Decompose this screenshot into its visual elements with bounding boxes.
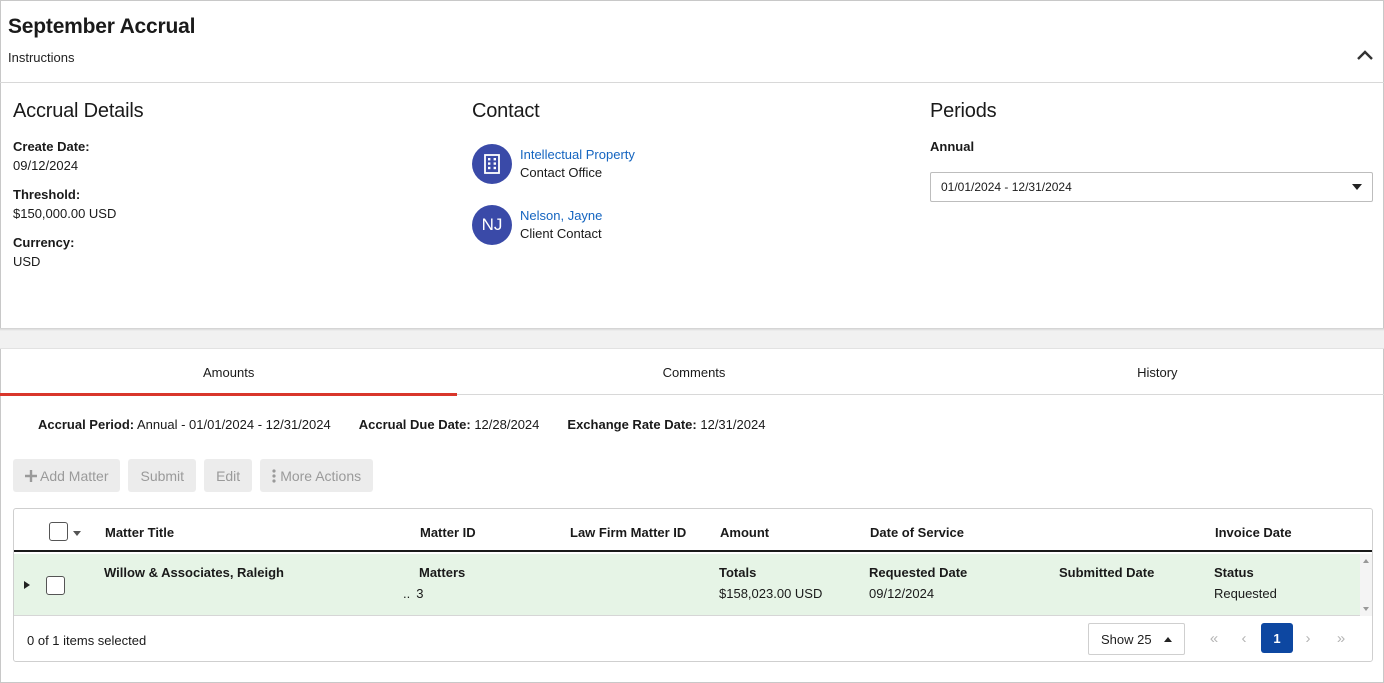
status-label: Status (1214, 565, 1254, 580)
column-header[interactable]: Amount (720, 525, 769, 540)
more-actions-button[interactable]: More Actions (260, 459, 374, 492)
contact-heading: Contact (472, 100, 540, 122)
matters-value: 3 (416, 586, 424, 601)
section-divider (0, 328, 1384, 349)
threshold-label: Threshold: (13, 187, 81, 202)
contact-section: Contact Intellectual Property Contact Of… (472, 100, 635, 266)
column-header[interactable]: Law Firm Matter ID (570, 525, 686, 540)
status-value: Requested (1214, 586, 1277, 601)
column-header[interactable]: Matter ID (420, 525, 476, 540)
table-footer: 0 of 1 items selected Show 25 « ‹ 1 › » (14, 617, 1372, 662)
page-size-select[interactable]: Show 25 (1088, 623, 1185, 655)
accrual-period-info: Accrual Period: Annual - 01/01/2024 - 12… (38, 417, 331, 432)
column-header[interactable]: Invoice Date (1215, 525, 1292, 540)
accrual-info-bar: Accrual Period: Annual - 01/01/2024 - 12… (38, 417, 765, 432)
instructions-link[interactable]: Instructions (8, 50, 74, 65)
submitted-date-label: Submitted Date (1059, 565, 1155, 580)
last-page-button[interactable]: » (1326, 623, 1356, 653)
caret-down-icon (1352, 184, 1362, 190)
matters-table: Matter Title Matter ID Law Firm Matter I… (13, 508, 1373, 662)
next-page-button[interactable]: › (1293, 623, 1323, 653)
create-date-value: 09/12/2024 (13, 158, 79, 173)
action-toolbar: Add Matter Submit Edit More Actions (13, 459, 374, 492)
contact-role: Client Contact (520, 226, 602, 241)
create-date-label: Create Date: (13, 139, 90, 154)
expand-row-icon[interactable] (24, 581, 30, 589)
currency-value: USD (13, 254, 41, 269)
contact-item: Intellectual Property Contact Office (472, 144, 635, 184)
period-select-value: 01/01/2024 - 12/31/2024 (941, 180, 1072, 194)
threshold-value: $150,000.00 USD (13, 206, 117, 221)
table-header: Matter Title Matter ID Law Firm Matter I… (14, 509, 1372, 552)
caret-up-icon (1164, 637, 1172, 642)
scroll-down-icon[interactable] (1363, 607, 1369, 611)
periods-heading: Periods (930, 100, 997, 122)
accrual-details-section: Accrual Details Create Date: 09/12/2024 … (13, 100, 144, 283)
tab-amounts[interactable]: Amounts (0, 350, 458, 396)
edit-button[interactable]: Edit (204, 459, 253, 492)
contact-role: Contact Office (520, 165, 603, 180)
contact-name-link[interactable]: Nelson, Jayne (520, 207, 602, 225)
building-icon (484, 154, 500, 174)
matters-cell: Matters .. 3 (403, 562, 466, 604)
totals-label: Totals (719, 565, 757, 580)
totals-cell: Totals $158,023.00 USD (719, 562, 822, 604)
plus-icon (25, 469, 37, 482)
accrual-details-heading: Accrual Details (13, 100, 144, 122)
requested-date-label: Requested Date (869, 565, 968, 580)
contact-item: NJ Nelson, Jayne Client Contact (472, 205, 635, 245)
collapse-button[interactable] (1354, 44, 1376, 66)
kebab-icon (272, 468, 276, 483)
select-all-checkbox[interactable] (49, 522, 68, 541)
add-matter-button[interactable]: Add Matter (13, 459, 121, 492)
row-checkbox[interactable] (46, 576, 65, 595)
table-scrollbar[interactable] (1360, 554, 1372, 616)
requested-date-value: 09/12/2024 (869, 586, 935, 601)
page-size-value: Show 25 (1101, 631, 1152, 647)
add-matter-label: Add Matter (40, 467, 109, 484)
period-type-label: Annual (930, 139, 975, 154)
requested-date-cell: Requested Date 09/12/2024 (869, 562, 967, 604)
current-page-button[interactable]: 1 (1261, 623, 1293, 653)
tab-history[interactable]: History (931, 350, 1384, 395)
exchange-rate-date-info: Exchange Rate Date: 12/31/2024 (567, 417, 766, 432)
page-title: September Accrual (8, 15, 196, 38)
chevron-up-icon (1357, 50, 1373, 60)
period-select[interactable]: 01/01/2024 - 12/31/2024 (930, 172, 1373, 202)
avatar (472, 144, 512, 184)
matter-title[interactable]: Willow & Associates, Raleigh (104, 562, 284, 583)
accrual-due-date-info: Accrual Due Date: 12/28/2024 (358, 417, 540, 432)
matters-prefix: .. (403, 586, 411, 601)
scroll-up-icon[interactable] (1363, 559, 1369, 563)
prev-page-button[interactable]: ‹ (1229, 623, 1259, 653)
column-header[interactable]: Matter Title (105, 525, 174, 540)
selection-count: 0 of 1 items selected (27, 633, 147, 648)
status-cell: Status Requested (1214, 562, 1277, 604)
contact-name-link[interactable]: Intellectual Property (520, 146, 635, 164)
tab-comments[interactable]: Comments (457, 350, 930, 395)
tab-bar: Amounts Comments History (0, 350, 1384, 396)
submit-button[interactable]: Submit (128, 459, 197, 492)
totals-value: $158,023.00 USD (719, 586, 823, 601)
currency-label: Currency: (13, 235, 75, 250)
submitted-date-cell: Submitted Date (1059, 562, 1154, 583)
page-header: September Accrual Instructions (0, 0, 1384, 83)
first-page-button[interactable]: « (1199, 623, 1229, 653)
column-header[interactable]: Date of Service (870, 525, 964, 540)
matters-label: Matters (419, 565, 466, 580)
more-actions-label: More Actions (280, 467, 362, 484)
avatar: NJ (472, 205, 512, 245)
table-row[interactable]: Willow & Associates, Raleigh Matters .. 3… (14, 554, 1360, 616)
caret-down-icon[interactable] (73, 531, 81, 536)
periods-section: Periods Annual (930, 100, 997, 155)
